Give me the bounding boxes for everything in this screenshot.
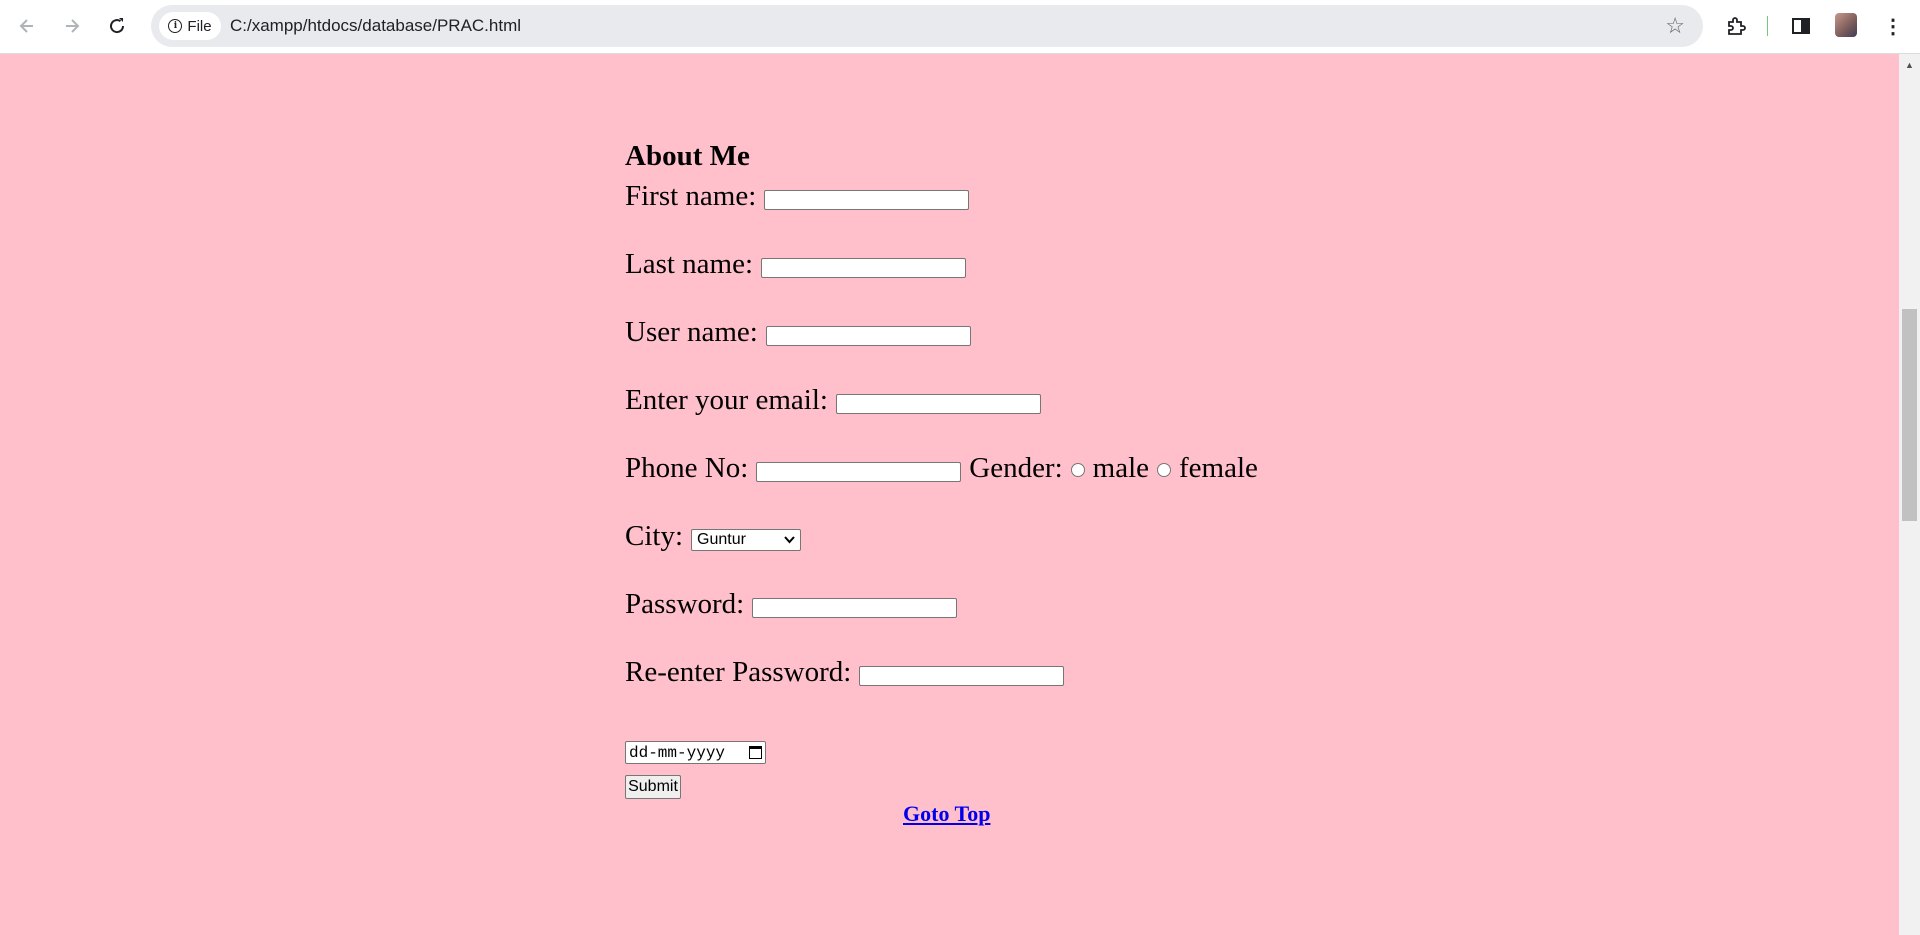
puzzle-icon	[1728, 17, 1746, 35]
email-label: Enter your email:	[625, 384, 828, 416]
email-row: Enter your email:	[625, 384, 1041, 417]
city-selected-value: Guntur	[697, 530, 746, 548]
toolbar-separator	[1767, 16, 1768, 36]
email-input[interactable]	[835, 393, 1041, 414]
date-input[interactable]: dd-mm-yyyy	[625, 741, 766, 764]
side-panel-glyph-icon	[1792, 18, 1810, 34]
first-name-input[interactable]	[764, 189, 970, 210]
forward-icon[interactable]	[57, 11, 87, 41]
submit-button[interactable]: Submit	[625, 775, 681, 799]
more-menu-icon[interactable]: ⋮	[1879, 12, 1907, 40]
chevron-down-icon	[784, 535, 795, 543]
phone-input[interactable]	[756, 461, 962, 482]
reload-icon[interactable]	[102, 11, 132, 41]
bookmark-star-icon[interactable]: ☆	[1665, 13, 1685, 39]
site-info-chip[interactable]: i File	[159, 12, 221, 40]
browser-toolbar: i File C:/xampp/htdocs/database/PRAC.htm…	[0, 0, 1920, 54]
url-text[interactable]: C:/xampp/htdocs/database/PRAC.html	[230, 16, 521, 36]
phone-label: Phone No:	[625, 452, 749, 484]
address-bar[interactable]: i File C:/xampp/htdocs/database/PRAC.htm…	[151, 5, 1703, 47]
profile-avatar[interactable]	[1835, 13, 1857, 37]
page-title: About Me	[625, 140, 750, 172]
password-input[interactable]	[752, 597, 958, 618]
gender-female-label: female	[1179, 452, 1258, 484]
back-icon[interactable]	[12, 11, 42, 41]
phone-gender-row: Phone No: Gender: male female	[625, 452, 1258, 485]
last-name-input[interactable]	[761, 257, 967, 278]
user-name-row: User name:	[625, 316, 971, 349]
user-name-label: User name:	[625, 316, 758, 348]
page-viewport: About Me First name: Last name: User nam…	[0, 54, 1899, 935]
side-panel-icon[interactable]	[1787, 12, 1815, 40]
reenter-password-label: Re-enter Password:	[625, 656, 852, 688]
reenter-password-input[interactable]	[859, 665, 1065, 686]
scroll-up-icon[interactable]: ▲	[1899, 58, 1920, 72]
site-info-label: File	[187, 17, 212, 35]
city-row: City: Guntur	[625, 520, 802, 553]
gender-male-radio[interactable]	[1070, 462, 1085, 477]
date-placeholder: dd-mm-yyyy	[629, 743, 726, 762]
user-name-input[interactable]	[765, 325, 971, 346]
back-arrow-icon	[19, 19, 33, 33]
gender-label: Gender:	[969, 452, 1063, 484]
first-name-label: First name:	[625, 180, 757, 212]
gender-male-label: male	[1092, 452, 1150, 484]
calendar-icon[interactable]	[749, 746, 762, 759]
reload-arrow-icon	[110, 18, 125, 34]
goto-top-link[interactable]: Goto Top	[903, 801, 990, 827]
password-row: Password:	[625, 588, 958, 621]
forward-arrow-icon	[66, 19, 80, 33]
last-name-label: Last name:	[625, 248, 754, 280]
city-select[interactable]: Guntur	[691, 528, 802, 551]
city-label: City:	[625, 520, 684, 552]
extensions-icon[interactable]	[1722, 12, 1750, 40]
password-label: Password:	[625, 588, 745, 620]
first-name-row: First name:	[625, 180, 970, 213]
gender-female-radio[interactable]	[1157, 462, 1172, 477]
info-icon: i	[168, 19, 183, 33]
scrollbar-thumb[interactable]	[1902, 309, 1917, 521]
last-name-row: Last name:	[625, 248, 967, 281]
reenter-password-row: Re-enter Password:	[625, 656, 1065, 689]
vertical-scrollbar[interactable]: ▲	[1899, 54, 1920, 935]
